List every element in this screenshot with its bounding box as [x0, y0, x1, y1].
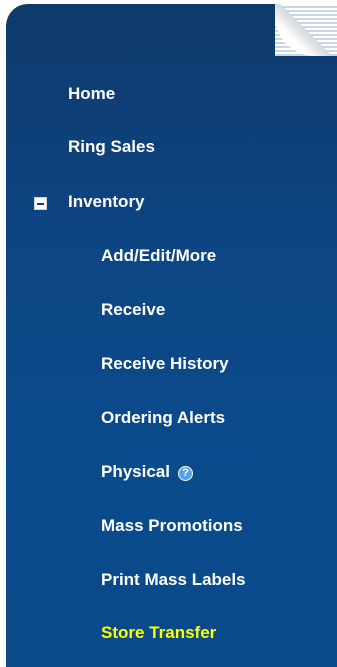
nav-item-inventory[interactable]: Inventory [68, 192, 145, 212]
collapse-minus-icon[interactable] [34, 197, 47, 210]
nav-subitem-ordering-alerts[interactable]: Ordering Alerts [101, 408, 225, 428]
sidebar-nav: Home Ring Sales Inventory Add/Edit/More … [6, 4, 337, 667]
nav-subitem-add-edit-more[interactable]: Add/Edit/More [101, 246, 216, 266]
nav-item-home[interactable]: Home [68, 84, 115, 104]
nav-subitem-store-transfer[interactable]: Store Transfer [101, 623, 216, 643]
nav-subitem-physical-label: Physical [101, 462, 170, 481]
help-icon[interactable]: ? [178, 466, 193, 481]
nav-subitem-print-mass-labels[interactable]: Print Mass Labels [101, 570, 246, 590]
nav-subitem-receive-history[interactable]: Receive History [101, 354, 229, 374]
nav-item-ring-sales[interactable]: Ring Sales [68, 137, 155, 157]
nav-subitem-receive[interactable]: Receive [101, 300, 165, 320]
nav-subitem-mass-promotions[interactable]: Mass Promotions [101, 516, 243, 536]
nav-subitem-physical[interactable]: Physical? [101, 462, 193, 482]
